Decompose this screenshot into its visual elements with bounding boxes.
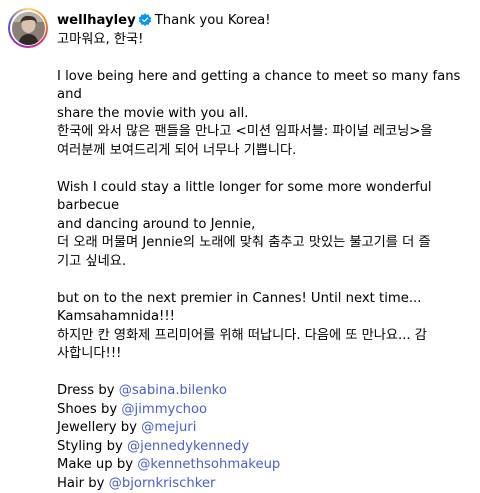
caption-line: I love being here and getting a chance t… — [57, 68, 477, 105]
credit-makeup: Make up by @kennethsohmakeup — [57, 456, 477, 475]
mention-link[interactable]: @jimmychoo — [121, 402, 207, 417]
caption-line: share the movie with you all. — [57, 105, 477, 124]
mention-link[interactable]: @kennethsohmakeup — [137, 457, 280, 472]
caption-line: Kamsahamnida!!! — [57, 308, 477, 327]
caption-line: Wish I could stay a little longer for so… — [57, 179, 477, 216]
credit-hair: Hair by @bjornkrischker — [57, 475, 477, 493]
mention-link[interactable]: @jennedykennedy — [127, 439, 249, 454]
caption-line: and dancing around to Jennie, — [57, 216, 477, 235]
caption-line: 한국에 와서 많은 팬들을 만나고 <미션 임파서블: 파이널 레코닝>을 — [57, 123, 477, 142]
caption-line: 더 오래 머물며 Jennie의 노래에 맞춰 춤추고 맛있는 불고기를 더 즐 — [57, 234, 477, 253]
username-link[interactable]: wellhayley — [57, 13, 136, 28]
avatar[interactable] — [8, 8, 48, 48]
verified-badge-icon — [138, 13, 152, 27]
credit-shoes: Shoes by @jimmychoo — [57, 401, 477, 420]
mention-link[interactable]: @bjornkrischker — [109, 476, 216, 491]
caption-line: 하지만 칸 영화제 프리미어를 위해 떠납니다. 다음에 또 만나요... 감 — [57, 327, 477, 346]
caption-line: but on to the next premier in Cannes! Un… — [57, 290, 477, 309]
post-caption: wellhayley Thank you Korea! 고마워요, 한국! I l… — [57, 12, 477, 493]
avatar-border — [10, 10, 46, 46]
credit-dress: Dress by @sabina.bilenko — [57, 382, 477, 401]
mention-link[interactable]: @sabina.bilenko — [119, 383, 227, 398]
credit-jewellery: Jewellery by @mejuri — [57, 419, 477, 438]
caption-header: wellhayley Thank you Korea! — [57, 12, 477, 31]
caption-line: 기고 싶네요. — [57, 253, 477, 272]
caption-line: 여러분께 보여드리게 되어 너무나 기쁩니다. — [57, 142, 477, 161]
credit-styling: Styling by @jennedykennedy — [57, 438, 477, 457]
caption-title-en: Thank you Korea! — [155, 13, 271, 28]
profile-photo — [12, 12, 45, 45]
caption-line: 사합니다!!! — [57, 345, 477, 364]
caption-title-ko: 고마워요, 한국! — [57, 31, 477, 50]
mention-link[interactable]: @mejuri — [141, 420, 196, 435]
